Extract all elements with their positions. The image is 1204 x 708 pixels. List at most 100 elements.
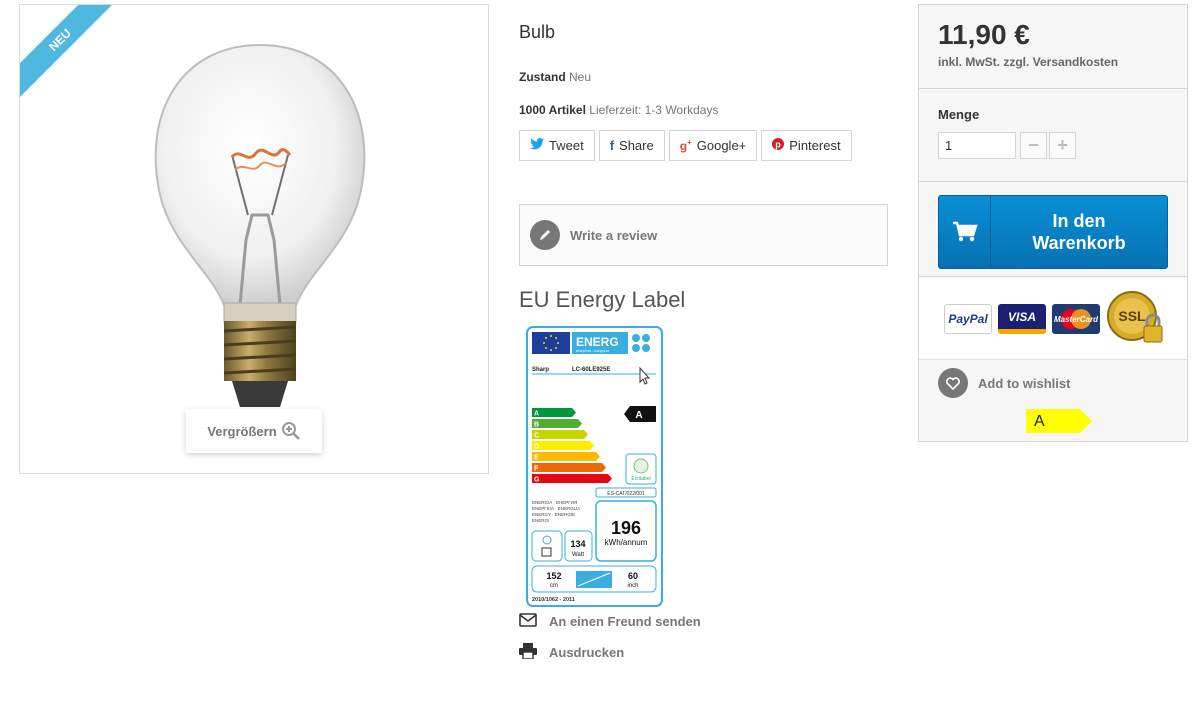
tweet-label: Tweet [549, 138, 584, 153]
pinterest-label: Pinterest [789, 138, 841, 153]
watt-value: 134 [570, 539, 585, 549]
energy-regulation: 2010/1062 - 2011 [532, 597, 575, 603]
add-to-cart-label: In den Warenkorb [991, 196, 1167, 268]
heart-icon [938, 368, 968, 398]
condition: Zustand Neu [519, 70, 591, 84]
energy-label-title: EU Energy Label [519, 287, 686, 312]
send-to-friend-link[interactable]: An einen Freund senden [519, 613, 701, 630]
quantity-input[interactable]: 1 [938, 132, 1016, 159]
kwh-unit: kWh/annum [605, 538, 648, 547]
new-ribbon: NEU [20, 5, 119, 104]
product-title: Bulb [519, 22, 556, 42]
printer-icon [519, 643, 537, 662]
energy-lang-2: ENERGY · ENERGIE [532, 512, 575, 517]
quantity-decrease-button[interactable]: − [1020, 132, 1047, 159]
zoom-label: Vergrößern [207, 423, 277, 439]
quantity-label: Menge [938, 107, 980, 122]
ssl-text: SSL [1118, 308, 1146, 324]
tweet-button[interactable]: Tweet [519, 130, 595, 161]
cart-section: In den Warenkorb [919, 183, 1187, 277]
ecolabel-code: ES-CAT/022/001 [607, 491, 645, 497]
energy-class-bar-c [532, 430, 588, 439]
energy-header-text: ENERG [576, 335, 619, 349]
energy-class-letter-d: D [534, 444, 539, 451]
add-to-wishlist-link[interactable]: Add to wishlist [938, 368, 1070, 398]
send-to-friend-label: An einen Freund senden [549, 614, 701, 629]
energy-header-sub: енергия · ενεργεια [576, 348, 610, 353]
visa-logo: VISA [998, 304, 1046, 334]
cart-label-line1: In den [1052, 211, 1106, 231]
energy-class-letter-a: A [534, 411, 539, 418]
energy-lang-3: ENERGI [532, 518, 549, 523]
product-price: 11,90 € [938, 19, 1030, 50]
energy-lang-0: ENERGIA · ЕНЕРГИЯ [532, 500, 577, 505]
quantity-increase-button[interactable]: + [1049, 132, 1076, 159]
energy-brand: Sharp [532, 367, 549, 373]
cm-unit: cm [550, 583, 558, 589]
energy-lang-1: ENEPΓEIA · ENERGIJA [532, 506, 580, 511]
product-image-box[interactable]: NEU Vergrößern [19, 4, 489, 474]
new-badge: NEU [20, 5, 119, 102]
facebook-icon: f [609, 138, 615, 153]
paypal-logo: PayPal [944, 304, 992, 334]
stock-quantity: 1000 Artikel [519, 103, 586, 117]
zoom-button[interactable]: Vergrößern [186, 409, 322, 453]
shopping-cart-icon [939, 196, 991, 268]
facebook-share-button[interactable]: f Share [598, 130, 665, 161]
zoom-in-icon [281, 421, 301, 441]
google-label: Google+ [696, 138, 747, 153]
energy-class-letter: A [1034, 413, 1045, 430]
cm-value: 152 [546, 571, 561, 581]
inch-unit: inch [627, 583, 638, 589]
add-to-wishlist-label: Add to wishlist [978, 375, 1071, 391]
paypal-text: PayPal [948, 312, 988, 326]
share-label: Share [619, 138, 654, 153]
price-section: 11,90 € inkl. MwSt. zzgl. Versandkosten [919, 5, 1187, 89]
print-label: Ausdrucken [549, 645, 625, 660]
watt-unit: Watt [572, 552, 584, 558]
buy-box: 11,90 € inkl. MwSt. zzgl. Versandkosten … [918, 4, 1188, 442]
energy-class-bar-f [532, 463, 606, 472]
energy-model: LC-60LE925E [572, 367, 610, 373]
energy-class-letter-c: C [534, 433, 539, 440]
energy-class-letter-g: G [534, 477, 540, 484]
pencil-icon [530, 220, 560, 250]
pinterest-button[interactable]: p Pinterest [761, 130, 852, 161]
twitter-icon [530, 138, 544, 153]
energy-label-image[interactable]: ENERG енергия · ενεργεια Sharp LC-60LE92… [526, 326, 664, 608]
energy-rating-letter: A [635, 410, 642, 421]
quantity-section: Menge 1 − + [919, 90, 1187, 182]
pinterest-icon: p [772, 138, 785, 153]
svg-text:p: p [776, 140, 782, 150]
payment-logos-section: PayPal VISA MasterCard SSL [919, 278, 1187, 360]
social-sharing: Tweet f Share g+ Google+ p Pinterest [519, 130, 852, 161]
stock-info: 1000 Artikel Lieferzeit: 1-3 Workdays [519, 103, 718, 117]
energy-class-letter-e: E [534, 455, 539, 462]
print-link[interactable]: Ausdrucken [519, 643, 624, 662]
visa-text: VISA [1007, 309, 1036, 324]
energy-class-bar-g [532, 474, 612, 483]
inch-value: 60 [628, 571, 638, 581]
condition-label: Zustand [519, 70, 566, 84]
add-to-cart-button[interactable]: In den Warenkorb [938, 195, 1168, 269]
google-plus-icon: g+ [679, 138, 692, 153]
tax-note: inkl. MwSt. zzgl. Versandkosten [938, 55, 1119, 69]
energy-class-letter-b: B [534, 422, 539, 429]
bulb-image[interactable] [120, 35, 400, 425]
cart-label-line2: Warenkorb [1032, 233, 1126, 253]
delivery-time: Lieferzeit: 1-3 Workdays [589, 103, 719, 117]
condition-value: Neu [569, 70, 592, 84]
kwh-value: 196 [611, 518, 641, 538]
ecolabel-text: Ecolabel [631, 476, 650, 482]
energy-class-bar-e [532, 452, 600, 461]
energy-class-bar-d [532, 441, 594, 450]
energy-class-tag[interactable]: A [1026, 409, 1092, 433]
write-review-box[interactable]: Write a review [519, 204, 888, 266]
google-plus-button[interactable]: g+ Google+ [668, 130, 758, 161]
ssl-lock-icon: SSL [1107, 291, 1163, 343]
envelope-icon [519, 613, 537, 630]
energy-class-letter-f: F [534, 466, 539, 473]
write-review-link[interactable]: Write a review [570, 228, 657, 243]
mastercard-text: MasterCard [1053, 314, 1098, 324]
energy-class-bar-b [532, 419, 582, 428]
